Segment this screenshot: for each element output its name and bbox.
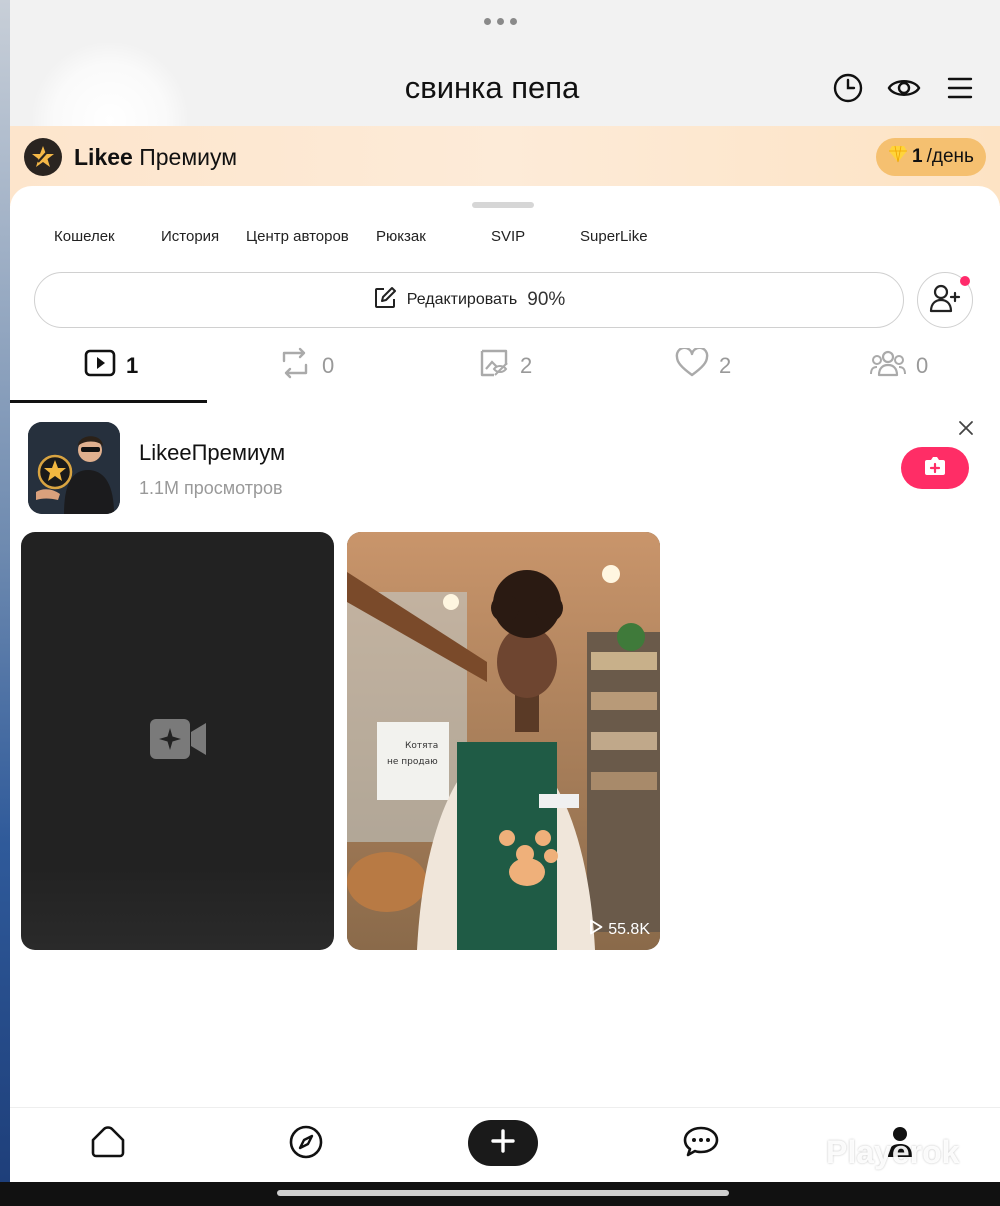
home-indicator[interactable] xyxy=(277,1190,729,1196)
link-wallet[interactable]: Кошелек xyxy=(54,228,115,245)
edit-profile-button[interactable]: Редактировать 90% xyxy=(34,272,904,328)
premium-brand: Likee xyxy=(74,144,133,170)
profile-completion: 90% xyxy=(527,289,566,310)
private-icon xyxy=(478,347,510,385)
watermark: Playerok xyxy=(826,1134,960,1170)
tab-groups[interactable]: 0 xyxy=(870,346,928,386)
video-icon xyxy=(84,348,116,384)
add-video-icon xyxy=(149,717,207,766)
tab-private[interactable]: 2 xyxy=(478,346,532,386)
profile-sheet: Кошелек История Центр авторов Рюкзак SVI… xyxy=(10,186,1000,1182)
tab-videos-count: 1 xyxy=(126,353,139,378)
content-tabs: 1 0 2 2 0 xyxy=(10,336,1000,403)
sign-text-line1: Котята xyxy=(405,741,438,751)
active-tab-indicator xyxy=(10,400,207,403)
link-backpack[interactable]: Рюкзак xyxy=(376,228,426,245)
link-superlike[interactable]: SuperLike xyxy=(580,228,648,245)
tab-reposts-count: 0 xyxy=(322,353,335,378)
link-history[interactable]: История xyxy=(161,228,219,245)
diamond-icon xyxy=(888,145,908,169)
diamond-count: 1 xyxy=(912,146,923,167)
premium-product: Премиум xyxy=(139,144,238,170)
tab-likes[interactable]: 2 xyxy=(675,346,731,386)
notification-dot xyxy=(960,276,970,286)
promo-avatar xyxy=(28,422,120,514)
link-creator-center[interactable]: Центр авторов xyxy=(246,228,349,245)
home-icon[interactable] xyxy=(88,1122,128,1162)
edit-icon xyxy=(373,286,397,315)
promo-card[interactable]: LikeeПремиум 1.1M просмотров xyxy=(10,416,1000,526)
tab-groups-count: 0 xyxy=(916,353,929,378)
tab-private-count: 2 xyxy=(520,353,533,378)
more-dots-icon[interactable] xyxy=(484,18,517,25)
eye-icon[interactable] xyxy=(886,70,922,106)
close-icon[interactable] xyxy=(958,420,974,436)
window-edge xyxy=(0,0,10,1206)
play-icon xyxy=(589,919,603,940)
link-svip[interactable]: SVIP xyxy=(491,228,525,245)
promo-views: 1.1M просмотров xyxy=(139,478,283,498)
tab-likes-count: 2 xyxy=(719,353,732,378)
top-header: свинка пепа xyxy=(10,0,1000,200)
bottom-nav: Playerok xyxy=(10,1107,1000,1182)
diamond-unit: /день xyxy=(926,146,974,167)
video-thumbnail[interactable]: Котята не продаю 55.8K xyxy=(347,532,660,950)
repost-icon xyxy=(278,347,312,385)
menu-icon[interactable] xyxy=(942,70,978,106)
add-user-icon xyxy=(929,283,961,318)
system-home-bar xyxy=(0,1182,1000,1206)
app-window: свинка пепа Likee Премиум 1 /день Кошеле… xyxy=(10,0,1000,1182)
promo-cta-button[interactable] xyxy=(901,447,969,489)
premium-title: Likee Премиум xyxy=(74,144,237,171)
edit-label: Редактировать xyxy=(406,291,518,308)
add-friend-button[interactable] xyxy=(917,272,973,328)
group-icon xyxy=(870,348,906,384)
add-media-icon xyxy=(923,456,947,481)
plus-icon xyxy=(490,1128,516,1159)
view-count: 55.8K xyxy=(589,919,650,940)
messages-icon[interactable] xyxy=(681,1122,721,1162)
sign-text-line2: не продаю xyxy=(387,757,438,767)
create-video-tile[interactable] xyxy=(21,532,334,950)
tab-videos[interactable]: 1 xyxy=(84,346,138,386)
create-button[interactable] xyxy=(468,1120,538,1166)
view-count-value: 55.8K xyxy=(608,920,650,938)
quick-links: Кошелек История Центр авторов Рюкзак SVI… xyxy=(10,228,1000,252)
explore-icon[interactable] xyxy=(286,1122,326,1162)
video-grid: Котята не продаю 55.8K xyxy=(10,532,1000,952)
history-icon[interactable] xyxy=(830,70,866,106)
heart-icon xyxy=(675,346,709,384)
likee-star-icon xyxy=(24,138,62,176)
sheet-handle[interactable] xyxy=(472,202,534,208)
diamond-badge[interactable]: 1 /день xyxy=(876,138,986,176)
promo-name: LikeeПремиум xyxy=(139,440,286,465)
tab-reposts[interactable]: 0 xyxy=(278,346,334,386)
